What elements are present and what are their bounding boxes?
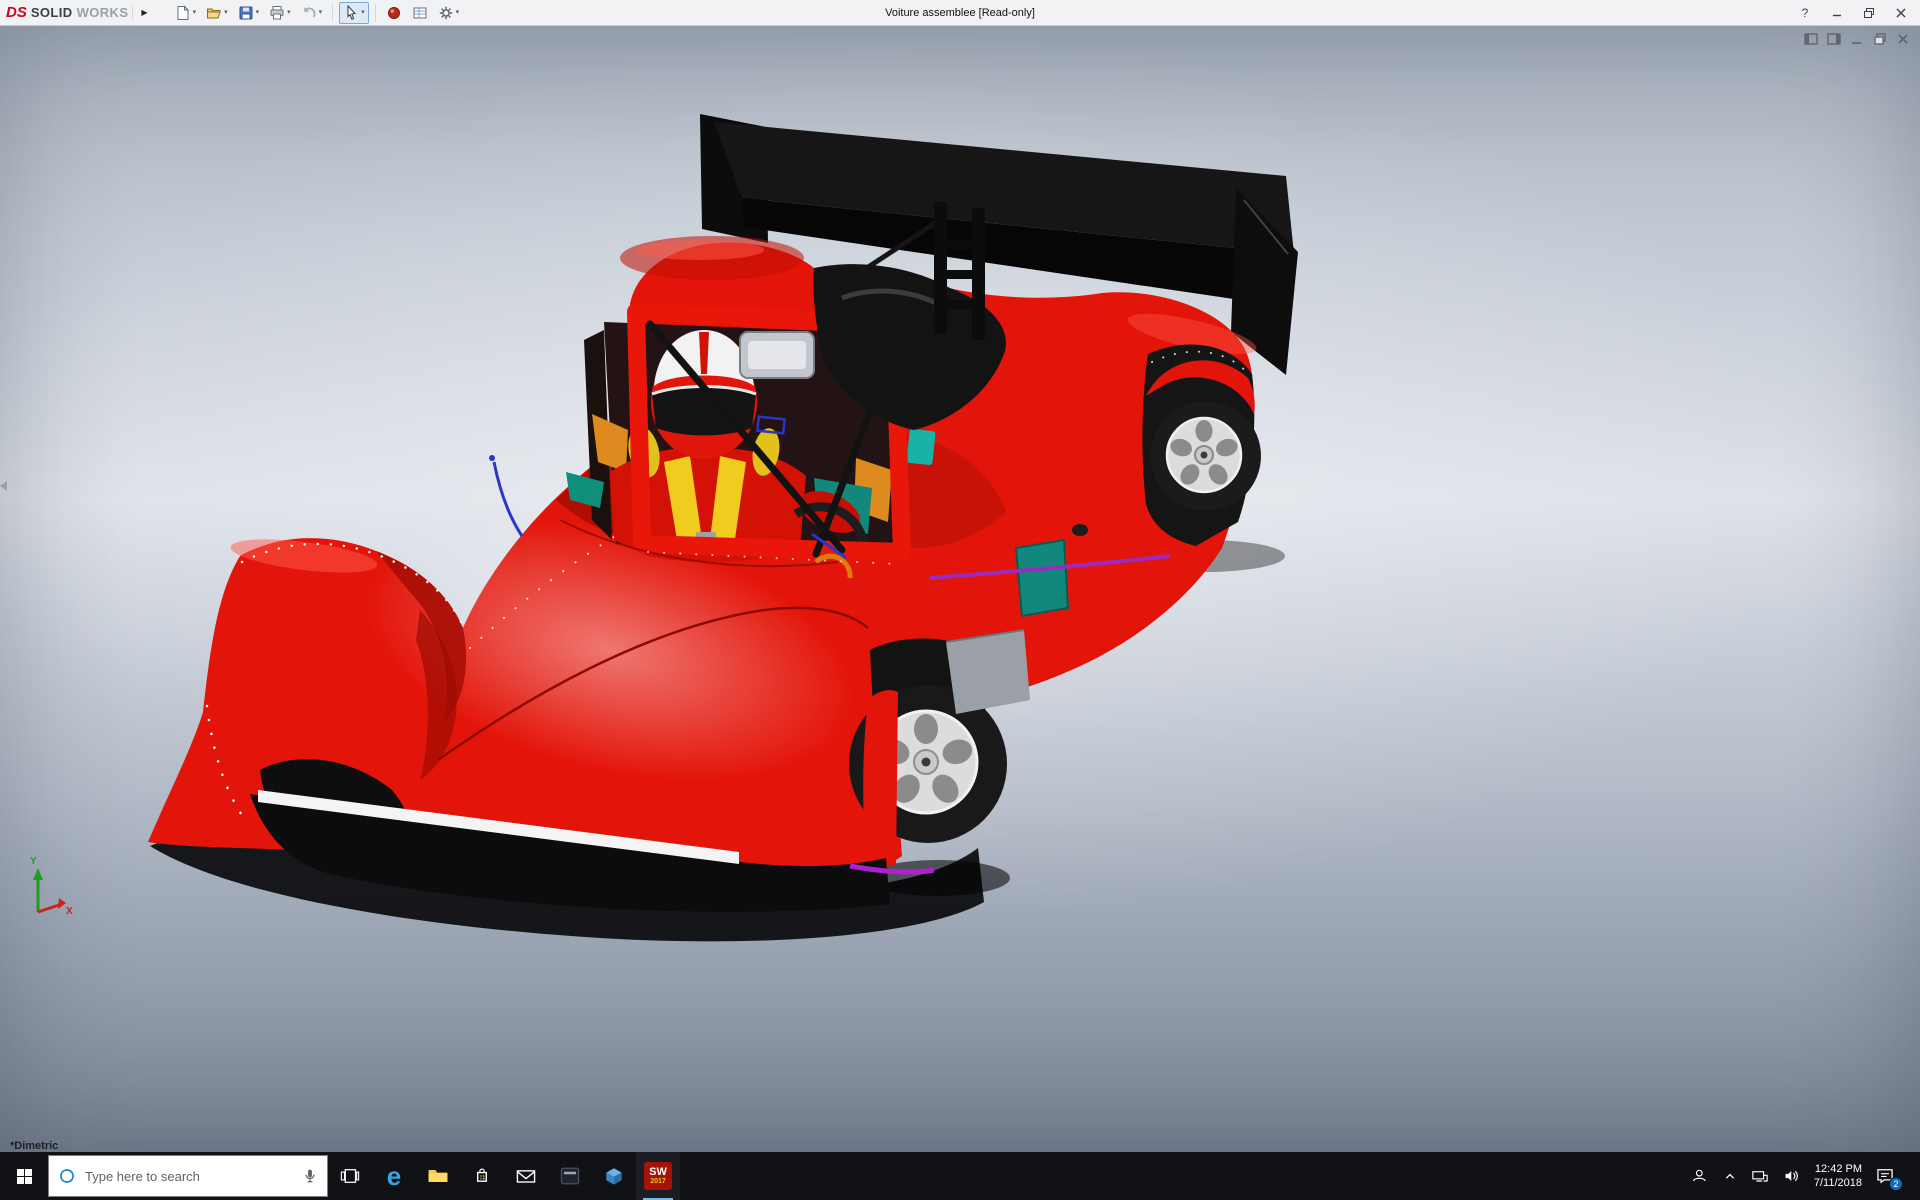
hidden-icons-button[interactable] — [1722, 1168, 1738, 1184]
restore-button[interactable] — [1856, 3, 1882, 23]
people-button[interactable] — [1690, 1166, 1710, 1186]
cube-icon — [606, 1168, 622, 1185]
orientation-triad: Y X — [30, 856, 73, 917]
task-view-button[interactable] — [328, 1152, 372, 1200]
table-sheet-icon — [413, 7, 427, 18]
document-title: Voiture assemblee [Read-only] — [885, 6, 1035, 19]
network-button[interactable] — [1750, 1166, 1770, 1186]
taskbar-app-store[interactable] — [460, 1152, 504, 1200]
solidworks-app-icon: SW 2017 — [644, 1162, 672, 1190]
minimize-button[interactable] — [1824, 3, 1850, 23]
new-document-button[interactable]: ▾ — [171, 2, 201, 24]
mail-icon — [516, 1170, 536, 1183]
restore-icon — [1864, 7, 1874, 18]
chevron-up-icon — [1725, 1173, 1734, 1179]
print-icon — [270, 5, 284, 19]
app-window-icon — [560, 1167, 580, 1185]
dassault-logo-icon: DS — [6, 4, 27, 21]
speaker-icon — [1785, 1170, 1798, 1182]
undo-icon — [303, 6, 316, 18]
save-icon — [239, 6, 253, 19]
save-button[interactable]: ▾ — [234, 2, 264, 24]
toolbar-separator — [332, 3, 334, 22]
cortana-icon — [60, 1169, 74, 1183]
doc-restore-button[interactable] — [1873, 32, 1887, 46]
dock-left-button[interactable] — [1804, 32, 1818, 46]
start-button[interactable] — [0, 1152, 48, 1200]
brand-wordmark: SOLID — [30, 5, 73, 20]
close-icon — [1896, 8, 1906, 17]
close-button[interactable] — [1888, 3, 1914, 23]
task-view-icon — [340, 1169, 360, 1183]
doc-minimize-button[interactable] — [1850, 32, 1864, 46]
document-window-controls — [1804, 32, 1910, 46]
taskbar-clock[interactable]: 12:42 PM 7/11/2018 — [1814, 1162, 1862, 1191]
taskbar-app-edge[interactable]: e — [372, 1152, 416, 1200]
toolbar-separator — [374, 3, 376, 22]
svg-text:X: X — [66, 906, 73, 917]
select-tool-button[interactable]: ▾ — [339, 1, 369, 24]
windows-logo-icon — [16, 1168, 32, 1184]
taskbar-app-file-explorer[interactable] — [416, 1152, 460, 1200]
taskbar-app-solidworks[interactable]: SW 2017 — [636, 1152, 680, 1200]
volume-button[interactable] — [1782, 1166, 1802, 1186]
store-icon — [477, 1168, 487, 1182]
wheel-rear-right[interactable] — [1142, 344, 1261, 546]
action-center-button[interactable]: 2 — [1874, 1165, 1903, 1191]
doc-restore-icon — [1874, 33, 1886, 45]
feature-panel-collapse-arrow[interactable] — [0, 481, 7, 491]
minimize-icon — [1833, 14, 1841, 16]
taskbar-app-3d-viewer[interactable] — [592, 1152, 636, 1200]
doc-close-icon — [1898, 34, 1908, 44]
system-tray: 12:42 PM 7/11/2018 2 — [1690, 1152, 1920, 1200]
dock-right-button[interactable] — [1827, 32, 1841, 46]
rocker-cover — [863, 690, 898, 868]
desktop: DS SOLID WORKS ▶ ▾ ▾ ▾ ▾ ▾ ▾ ▾ Voiture a… — [0, 0, 1920, 1200]
open-button[interactable]: ▾ — [202, 2, 232, 24]
svg-text:Y: Y — [30, 856, 37, 867]
options-button[interactable]: ▾ — [434, 2, 464, 24]
windows-taskbar: Type here to search e SW 2017 12:42 PM 7… — [0, 1152, 1920, 1200]
microphone-icon[interactable] — [301, 1167, 319, 1185]
appearance-sphere-icon — [387, 6, 400, 19]
people-icon — [1692, 1169, 1706, 1182]
file-explorer-icon — [428, 1170, 448, 1182]
notification-badge: 2 — [1889, 1177, 1903, 1191]
design-table-button[interactable] — [408, 2, 432, 24]
dock-right-icon — [1827, 33, 1841, 45]
open-folder-icon — [207, 8, 221, 18]
toolbar-flyout-button[interactable]: ▶ — [132, 5, 155, 20]
doc-minimize-icon — [1852, 42, 1861, 44]
new-document-icon — [177, 4, 189, 20]
model-scene: Y X — [30, 114, 1298, 942]
dock-left-icon — [1804, 33, 1818, 45]
side-window-teal — [1014, 538, 1070, 618]
app-titlebar: DS SOLID WORKS ▶ ▾ ▾ ▾ ▾ ▾ ▾ ▾ Voiture a… — [0, 0, 1920, 26]
help-button[interactable]: ? — [1792, 3, 1818, 23]
undo-button[interactable]: ▾ — [297, 2, 327, 24]
taskbar-app-mail[interactable] — [504, 1152, 548, 1200]
wing-strut — [934, 202, 947, 334]
taskbar-search-input[interactable]: Type here to search — [48, 1155, 328, 1197]
clock-time: 12:42 PM — [1814, 1162, 1862, 1175]
graphics-viewport[interactable]: Y X *Dimetric — [0, 26, 1920, 1152]
doc-close-button[interactable] — [1896, 32, 1910, 46]
view-orientation-label: *Dimetric — [10, 1140, 59, 1152]
appearance-button[interactable] — [382, 2, 406, 24]
print-button[interactable]: ▾ — [265, 2, 295, 24]
network-icon — [1752, 1171, 1768, 1182]
cursor-icon — [347, 4, 357, 20]
solidworks-logo: DS SOLID WORKS — [6, 4, 129, 21]
search-placeholder: Type here to search — [85, 1168, 200, 1184]
gear-icon — [439, 6, 452, 19]
edge-icon: e — [386, 1161, 402, 1191]
rocker-panel-gray — [946, 630, 1030, 714]
clock-date: 7/11/2018 — [1813, 1177, 1862, 1189]
taskbar-app-window[interactable] — [548, 1152, 592, 1200]
